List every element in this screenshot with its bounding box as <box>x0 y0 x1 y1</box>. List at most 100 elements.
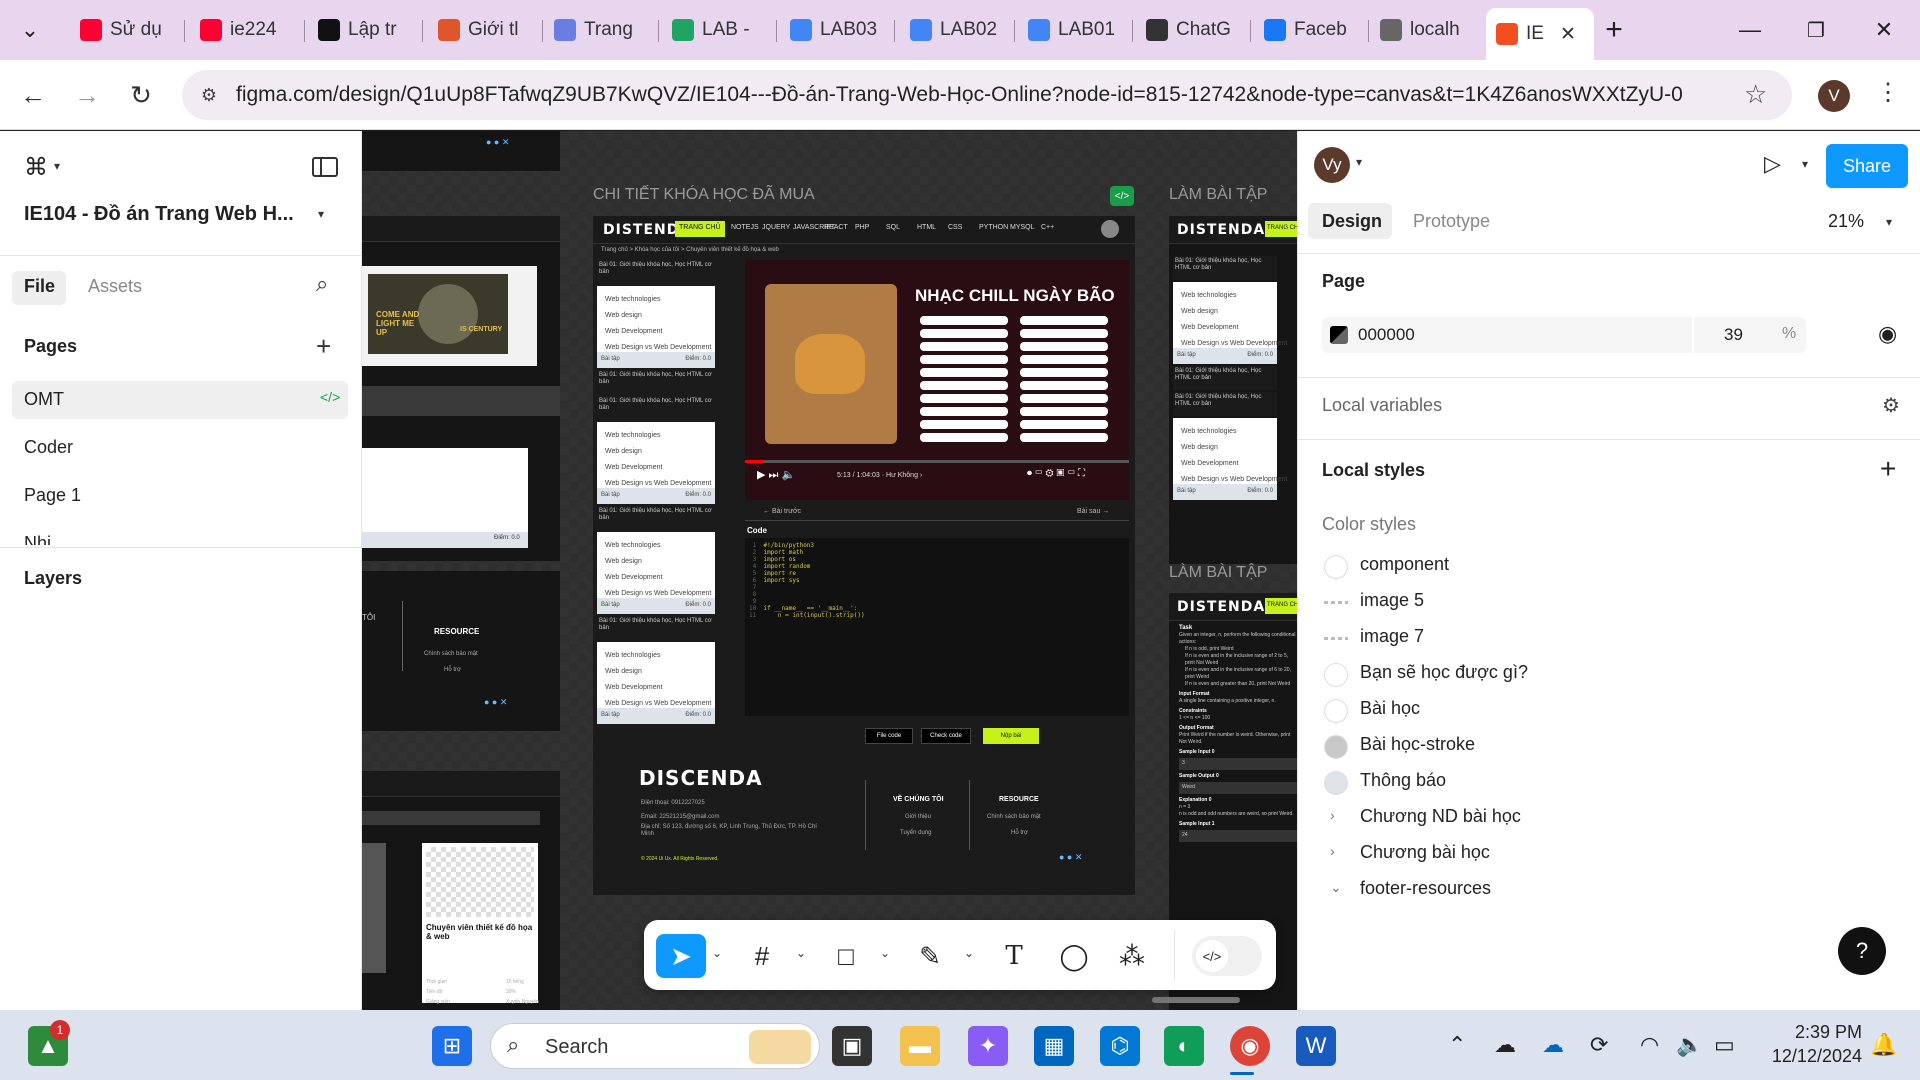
page-opacity[interactable]: 39 <box>1724 325 1743 345</box>
color-style-item[interactable]: image 5 <box>1360 590 1424 611</box>
volume-icon[interactable]: 🔈 <box>1676 1032 1703 1058</box>
move-tool-caret-icon[interactable]: ⌄ <box>712 946 722 960</box>
text-tool-icon[interactable]: T <box>992 934 1036 978</box>
color-style-item[interactable]: image 7 <box>1360 626 1424 647</box>
clock-time[interactable]: 2:39 PM <box>1762 1022 1862 1043</box>
lesson-item[interactable]: Web Design vs Web Development <box>605 480 711 487</box>
onedrive-icon[interactable]: ☁ <box>1542 1032 1564 1058</box>
lesson-item[interactable]: Web Design vs Web Development <box>1181 476 1287 483</box>
task-view-icon[interactable]: ▣ <box>832 1026 872 1066</box>
shape-tool-caret-icon[interactable]: ⌄ <box>880 946 890 960</box>
lesson-item[interactable]: Web Design vs Web Development <box>605 700 711 707</box>
move-tool-icon[interactable]: ➤ <box>656 934 706 978</box>
file-code-button[interactable]: File code <box>865 728 913 744</box>
word-icon[interactable]: W <box>1296 1026 1336 1066</box>
pen-tool-icon[interactable]: ✎ <box>908 934 952 978</box>
lesson-item[interactable]: Web Design vs Web Development <box>605 590 711 597</box>
lesson-item[interactable]: Web Development <box>605 464 662 471</box>
left-frame-footer[interactable]: TÔI RESOURCE Chính sách bảo mật Hỗ trợ ●… <box>362 571 560 731</box>
lesson-title[interactable]: Bài 01: Giới thiệu khóa học, Học HTML cơ… <box>1173 366 1277 390</box>
tray-overflow-icon[interactable]: ⌃ <box>1448 1032 1466 1058</box>
taskbar-search[interactable]: ⌕ Search <box>490 1023 820 1069</box>
url-text[interactable]: figma.com/design/Q1uUp8FTafwqZ9UB7KwQVZ/… <box>236 83 1683 107</box>
video-player[interactable]: NHẠC CHILL NGÀY BÃO ▶ ⏭ 🔈 5:13 / 1:04:03… <box>745 260 1129 500</box>
file-title-chevron-icon[interactable]: ▾ <box>318 207 324 221</box>
microsoft-store-icon[interactable]: ▦ <box>1034 1026 1074 1066</box>
color-style-item[interactable]: Bài học <box>1360 698 1420 719</box>
search-icon[interactable]: ⌕ <box>316 271 328 297</box>
image-style-icon[interactable] <box>1324 637 1348 640</box>
main-nav-item[interactable]: PHP <box>855 224 869 231</box>
main-nav-item[interactable]: NOTEJS <box>731 224 759 231</box>
lesson-item[interactable]: Web Development <box>605 574 662 581</box>
browser-tab[interactable]: Faceb <box>1254 10 1364 50</box>
main-nav-item[interactable]: HTML <box>917 224 936 231</box>
browser-tab[interactable]: LAB - <box>662 10 772 50</box>
lesson-item[interactable]: Web technologies <box>605 542 661 549</box>
edge-icon[interactable]: ◐ <box>1164 1026 1204 1066</box>
present-chevron-icon[interactable]: ▾ <box>1802 157 1808 171</box>
chrome-icon[interactable]: ◉ <box>1230 1026 1270 1066</box>
lesson-item[interactable]: Web Development <box>1181 460 1238 467</box>
main-nav-item[interactable]: C++ <box>1041 224 1054 231</box>
lesson-item[interactable]: Web Development <box>605 328 662 335</box>
frame-label-main[interactable]: CHI TIẾT KHÓA HỌC ĐÃ MUA <box>593 186 815 204</box>
main-nav-item[interactable]: TRANG CHỦ <box>679 224 721 231</box>
chevron-right-icon[interactable]: › <box>1330 843 1335 859</box>
browser-tab[interactable]: Lập tr <box>308 10 418 50</box>
zoom-level[interactable]: 21% <box>1828 211 1864 232</box>
browser-tab[interactable]: LAB02 <box>900 10 1010 50</box>
video-controls-icon[interactable]: ⏺ ▭ ⚙ ▣ ▭ ⛶ <box>1027 468 1085 479</box>
color-style-item[interactable]: Chương ND bài học <box>1360 806 1521 827</box>
lesson-title[interactable]: Bài 01: Giới thiệu khóa học, Học HTML cơ… <box>597 260 715 284</box>
add-page-icon[interactable]: + <box>316 331 331 362</box>
exercise-nav-home[interactable]: TRANG CHỦ <box>1265 221 1297 237</box>
profile-avatar[interactable]: V <box>1818 80 1850 112</box>
main-nav-item[interactable]: PYTHON <box>979 224 1008 231</box>
main-nav-item[interactable]: JQUERY <box>762 224 790 231</box>
vscode-icon[interactable]: ⌬ <box>1100 1026 1140 1066</box>
lesson-item[interactable]: Web technologies <box>605 432 661 439</box>
zoom-chevron-icon[interactable]: ▾ <box>1886 215 1892 229</box>
browser-tab[interactable]: ie224 <box>190 10 300 50</box>
browser-tab[interactable]: localh <box>1370 10 1480 50</box>
lesson-item[interactable]: Web Development <box>1181 324 1238 331</box>
exercise-label[interactable]: Bài tập <box>601 356 620 362</box>
canvas-h-scrollbar[interactable] <box>1152 997 1240 1003</box>
present-play-icon[interactable]: ▷ <box>1764 151 1781 177</box>
color-style-item[interactable]: Chương bài học <box>1360 842 1490 863</box>
exercise-frame-1[interactable]: DISTENDA TRANG CHỦ Bài 01: Giới thiệu kh… <box>1169 216 1297 564</box>
sync-icon[interactable]: ⟳ <box>1590 1032 1608 1058</box>
lesson-item[interactable]: Web design <box>605 448 642 455</box>
rectangle-tool-icon[interactable]: □ <box>824 934 868 978</box>
toggle-sidebar-icon[interactable] <box>312 157 338 177</box>
footer-col-2-item[interactable]: Chính sách bảo mật <box>987 814 1041 820</box>
play-icon[interactable]: ▶ ⏭ 🔈 <box>757 468 795 482</box>
exercise-label[interactable]: Bài tập <box>1177 488 1196 494</box>
notification-bell-icon[interactable]: 🔔 <box>1870 1032 1897 1058</box>
lesson-item[interactable]: Web design <box>605 312 642 319</box>
file-explorer-icon[interactable]: ▬ <box>900 1026 940 1066</box>
footer-col-1-item[interactable]: Giới thiệu <box>905 814 931 820</box>
color-style-item[interactable]: footer-resources <box>1360 878 1491 899</box>
tab-prototype[interactable]: Prototype <box>1413 211 1490 232</box>
check-code-button[interactable]: Check code <box>921 728 971 744</box>
page-color-field[interactable]: 000000 39 % <box>1322 317 1806 353</box>
frame-tool-caret-icon[interactable]: ⌄ <box>796 946 806 960</box>
visibility-eye-icon[interactable]: ◉ <box>1878 321 1897 347</box>
lesson-title[interactable]: Bài 01: Giới thiệu khóa học, Học HTML cơ… <box>597 396 715 420</box>
lesson-item[interactable]: Web design <box>605 668 642 675</box>
minimize-button[interactable]: — <box>1730 12 1770 48</box>
style-swatch-icon[interactable] <box>1324 555 1348 579</box>
page-color-hex[interactable]: 000000 <box>1358 325 1415 345</box>
variables-sliders-icon[interactable]: ⚙ <box>1882 393 1900 418</box>
user-menu-chevron-icon[interactable]: ▾ <box>1356 155 1362 169</box>
tab-search-button[interactable]: ⌄ <box>10 12 50 48</box>
chevron-right-icon[interactable]: › <box>1330 807 1335 823</box>
browser-tab[interactable]: ChatG <box>1136 10 1246 50</box>
prev-lesson[interactable]: ← Bài trước <box>763 508 801 515</box>
style-swatch-icon[interactable] <box>1324 663 1348 687</box>
lesson-item[interactable]: Web technologies <box>1181 292 1237 299</box>
figma-menu-icon[interactable]: ⌘ <box>24 153 48 182</box>
back-button[interactable]: ← <box>14 76 52 114</box>
